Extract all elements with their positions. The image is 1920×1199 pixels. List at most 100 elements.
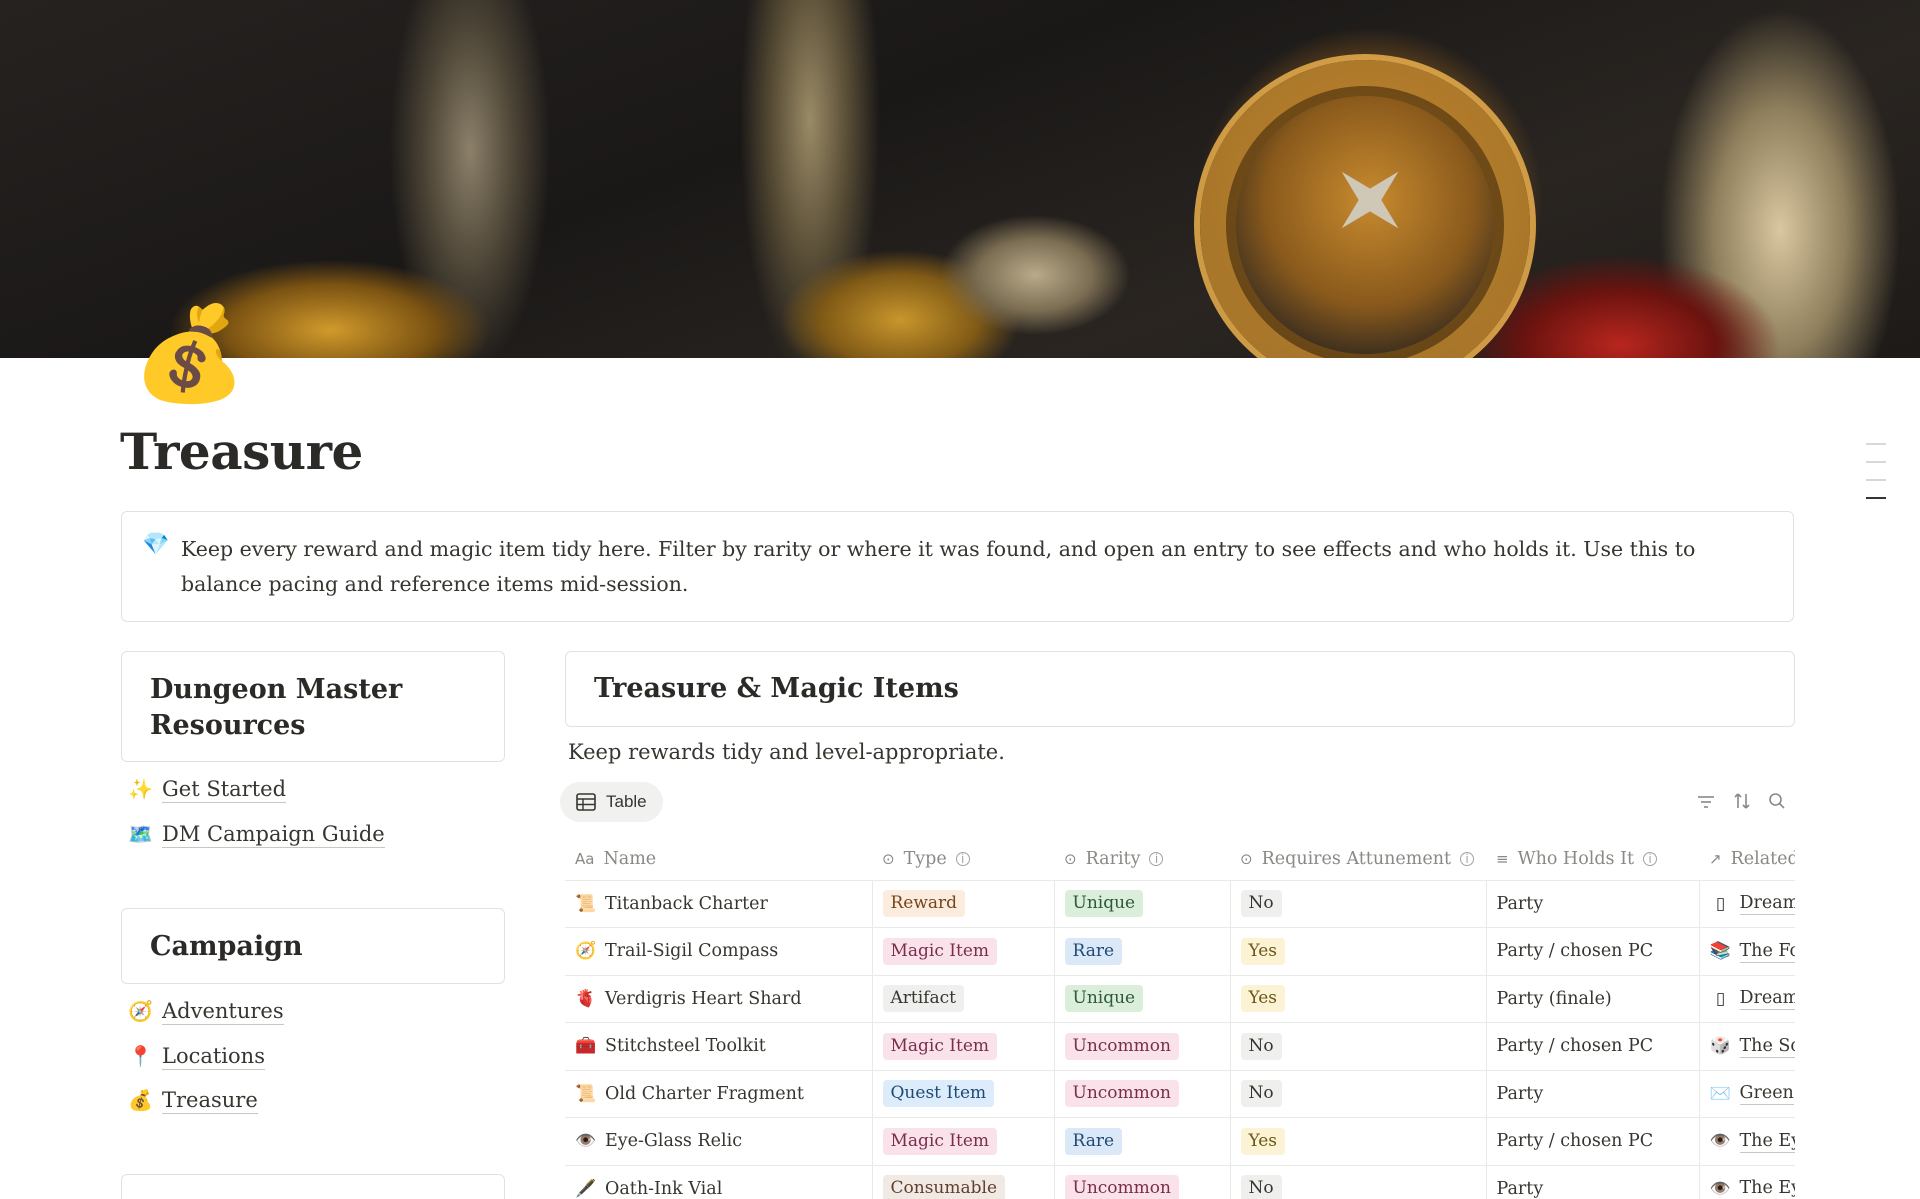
- related-link[interactable]: The Ey: [1739, 1130, 1795, 1153]
- cell-type[interactable]: Consumable: [872, 1165, 1055, 1199]
- nav-link-locations[interactable]: 📍 Locations: [128, 1039, 265, 1073]
- related-link[interactable]: Green: [1739, 1082, 1794, 1106]
- info-icon[interactable]: i: [955, 851, 970, 866]
- cell-related[interactable]: 📚 The Fo: [1699, 927, 1795, 976]
- related-page-icon: ▯: [1715, 893, 1726, 914]
- rarity-tag: Uncommon: [1064, 1175, 1179, 1199]
- sparkles-icon: ✨: [128, 777, 153, 801]
- cell-rarity[interactable]: Uncommon: [1054, 1165, 1231, 1199]
- toc-marker[interactable]: [1866, 479, 1886, 481]
- table-row[interactable]: 🧭 Trail-Sigil Compass Magic Item Rare Yes Par…: [565, 927, 1795, 976]
- cell-rarity[interactable]: Uncommon: [1054, 1070, 1231, 1118]
- column-header[interactable]: ⊙ Type i: [872, 838, 1054, 881]
- cell-type[interactable]: Quest Item: [872, 1070, 1055, 1118]
- cover-image: [0, 0, 1920, 358]
- related-page-icon: 👁️: [1709, 1178, 1732, 1199]
- cell-rarity[interactable]: Uncommon: [1054, 1022, 1231, 1071]
- cell-name[interactable]: 📜 Old Charter Fragment: [565, 1070, 873, 1118]
- nav-link-get-started[interactable]: ✨ Get Started: [128, 772, 287, 806]
- cell-name[interactable]: 🧭 Trail-Sigil Compass: [565, 927, 873, 976]
- view-tab-label: Table: [606, 792, 647, 811]
- table-row[interactable]: 📜 Old Charter Fragment Quest Item Uncommon N…: [565, 1070, 1795, 1118]
- cell-related[interactable]: 👁️ The Ey: [1699, 1165, 1795, 1199]
- related-link[interactable]: The Fo: [1739, 940, 1795, 963]
- cell-type[interactable]: Magic Item: [872, 927, 1055, 976]
- related-link[interactable]: Dream: [1739, 987, 1795, 1011]
- cell-holder[interactable]: Party (finale): [1486, 975, 1700, 1023]
- table-body: 📜 Titanback Charter Reward Unique No Party ▯ Dr…: [565, 880, 1795, 1199]
- money-bag-icon: 💰: [128, 1088, 153, 1112]
- cell-rarity[interactable]: Unique: [1054, 880, 1231, 928]
- cell-name[interactable]: 🖋️ Oath-Ink Vial: [565, 1165, 873, 1199]
- table-row[interactable]: 👁️ Eye-Glass Relic Magic Item Rare Yes Party …: [565, 1117, 1795, 1166]
- related-link[interactable]: The Ey: [1740, 1177, 1796, 1199]
- item-icon: 🫀: [575, 988, 597, 1009]
- page-icon-money-bag[interactable]: 💰: [132, 298, 247, 410]
- nav-link-label: Locations: [162, 1043, 265, 1070]
- item-name: Oath-Ink Vial: [605, 1178, 723, 1199]
- cell-holder[interactable]: Party / chosen PC: [1486, 927, 1700, 976]
- info-icon[interactable]: i: [1149, 851, 1164, 866]
- cell-holder[interactable]: Party / chosen PC: [1486, 1117, 1700, 1166]
- cell-name[interactable]: 📜 Titanback Charter: [565, 880, 873, 928]
- cell-related[interactable]: 👁️ The Ey: [1699, 1117, 1795, 1166]
- view-tab-table[interactable]: Table: [560, 782, 663, 822]
- toc-marker-active[interactable]: [1866, 497, 1886, 499]
- cell-holder[interactable]: Party: [1486, 880, 1700, 928]
- info-icon[interactable]: i: [1460, 851, 1474, 866]
- cell-rarity[interactable]: Rare: [1054, 1117, 1231, 1166]
- cell-attunement[interactable]: Yes: [1230, 975, 1487, 1023]
- cell-related[interactable]: ✉️ Green: [1699, 1070, 1795, 1118]
- info-icon[interactable]: i: [1643, 851, 1658, 866]
- table-row[interactable]: 🫀 Verdigris Heart Shard Artifact Unique Yes P…: [565, 975, 1795, 1023]
- toc-marker[interactable]: [1866, 443, 1886, 445]
- cell-holder[interactable]: Party / chosen PC: [1486, 1022, 1700, 1071]
- callout-text: Keep every reward and magic item tidy he…: [181, 537, 1696, 596]
- column-header[interactable]: ⊙ Requires Attunement i: [1230, 838, 1486, 881]
- cell-type[interactable]: Magic Item: [872, 1022, 1055, 1071]
- cell-attunement[interactable]: No: [1230, 1022, 1487, 1071]
- cell-holder[interactable]: Party: [1486, 1165, 1700, 1199]
- treasure-table: Aa Name ⊙ Type i ⊙ Rarity i ⊙ Requires Attunement…: [565, 838, 1795, 1199]
- cell-type[interactable]: Reward: [872, 880, 1055, 928]
- cell-type[interactable]: Magic Item: [872, 1117, 1055, 1166]
- cell-rarity[interactable]: Unique: [1054, 975, 1231, 1023]
- cell-attunement[interactable]: Yes: [1230, 927, 1487, 976]
- sort-icon[interactable]: [1730, 792, 1754, 816]
- nav-link-adventures[interactable]: 🧭 Adventures: [128, 994, 284, 1028]
- filter-icon[interactable]: [1694, 792, 1718, 816]
- nav-link-label: Treasure: [162, 1087, 258, 1114]
- nav-link-dm-campaign-guide[interactable]: 🗺️ DM Campaign Guide: [128, 817, 385, 851]
- column-header[interactable]: Aa Name: [565, 838, 872, 881]
- related-link[interactable]: Dream: [1739, 892, 1795, 916]
- cell-rarity[interactable]: Rare: [1054, 927, 1231, 976]
- table-row[interactable]: 📜 Titanback Charter Reward Unique No Party ▯ Dr…: [565, 880, 1795, 928]
- cell-type[interactable]: Artifact: [872, 975, 1055, 1023]
- cell-attunement[interactable]: No: [1230, 1070, 1487, 1118]
- column-header[interactable]: ≡ Who Holds It i: [1486, 838, 1699, 881]
- item-icon: 🖋️: [575, 1178, 597, 1199]
- nav-link-treasure[interactable]: 💰 Treasure: [128, 1083, 258, 1117]
- cell-related[interactable]: 🎲 The Sc: [1699, 1022, 1795, 1071]
- cell-related[interactable]: ▯ Dream: [1699, 975, 1795, 1023]
- table-row[interactable]: 🖋️ Oath-Ink Vial Consumable Uncommon No Party…: [565, 1165, 1795, 1199]
- cell-holder[interactable]: Party: [1486, 1070, 1700, 1118]
- cell-attunement[interactable]: Yes: [1230, 1117, 1487, 1166]
- table-row[interactable]: 🧰 Stitchsteel Toolkit Magic Item Uncommon No…: [565, 1022, 1795, 1071]
- cell-name[interactable]: 🧰 Stitchsteel Toolkit: [565, 1022, 873, 1071]
- search-icon[interactable]: [1765, 792, 1789, 816]
- holder-text: Party: [1496, 1178, 1544, 1199]
- related-link[interactable]: The Sc: [1739, 1035, 1795, 1058]
- cell-name[interactable]: 👁️ Eye-Glass Relic: [565, 1117, 873, 1166]
- column-header[interactable]: ↗ Related: [1699, 838, 1795, 881]
- item-name: Titanback Charter: [605, 893, 768, 914]
- cell-name[interactable]: 🫀 Verdigris Heart Shard: [565, 975, 873, 1023]
- cell-related[interactable]: ▯ Dream: [1699, 880, 1795, 928]
- cell-attunement[interactable]: No: [1230, 880, 1487, 928]
- rarity-tag: Uncommon: [1064, 1032, 1179, 1060]
- cell-attunement[interactable]: No: [1230, 1165, 1487, 1199]
- item-icon: 📜: [575, 1083, 597, 1104]
- toc-marker[interactable]: [1866, 461, 1886, 463]
- item-name: Trail-Sigil Compass: [605, 941, 779, 962]
- column-header[interactable]: ⊙ Rarity i: [1054, 838, 1230, 881]
